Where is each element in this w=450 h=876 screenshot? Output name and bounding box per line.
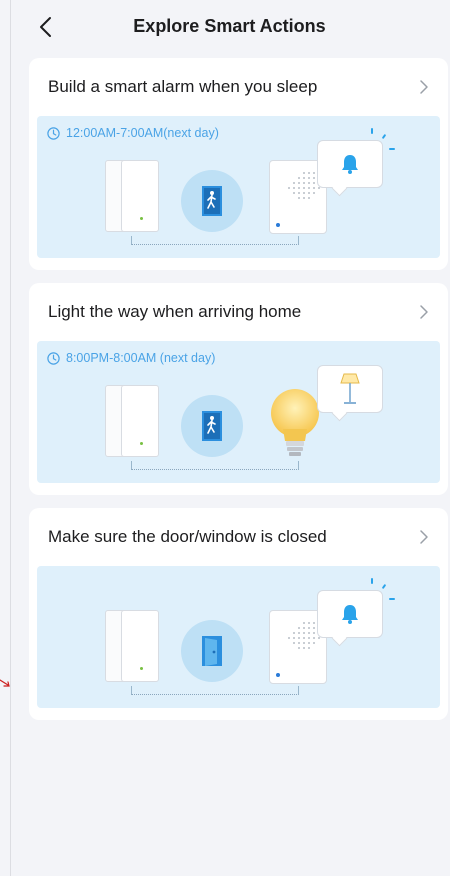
contact-sensor: [121, 385, 159, 457]
schedule-time-text: 8:00PM-8:00AM (next day): [66, 351, 216, 365]
sensor-led: [140, 442, 143, 445]
card-header-light-the-way[interactable]: Light the way when arriving home: [29, 283, 448, 341]
schedule-time-text: 12:00AM-7:00AM(next day): [66, 126, 219, 140]
page-title: Explore Smart Actions: [133, 16, 326, 36]
floor-lamp-icon: [340, 373, 360, 404]
card-title: Light the way when arriving home: [48, 302, 302, 321]
action-card-smart-alarm: Build a smart alarm when you sleep 12:00…: [29, 58, 448, 270]
contact-sensor: [121, 160, 159, 232]
chevron-right-icon: [420, 530, 428, 544]
action-card-light-the-way: Light the way when arriving home 8:00PM-…: [29, 283, 448, 495]
spark-mark: [381, 583, 387, 590]
hub-led: [276, 673, 280, 677]
lamp-bubble: [317, 365, 383, 413]
bell-icon: [342, 605, 358, 624]
card-title: Build a smart alarm when you sleep: [48, 77, 318, 96]
spark-mark: [371, 578, 373, 584]
alarm-bubble: [317, 140, 383, 188]
bell-icon: [342, 155, 358, 174]
door-walking-icon: [181, 395, 243, 457]
spark-mark: [371, 128, 373, 134]
clock-icon: [47, 351, 60, 365]
header: Explore Smart Actions: [11, 0, 448, 56]
annotation-arrow-icon: [0, 679, 10, 687]
sensor-led: [140, 217, 143, 220]
schedule-time: 8:00PM-8:00AM (next day): [47, 351, 215, 365]
sensor-led: [140, 667, 143, 670]
door-walking-icon: [181, 170, 243, 232]
scene-illustration: 8:00PM-8:00AM (next day): [37, 341, 440, 483]
card-header-door-closed[interactable]: Make sure the door/window is closed: [29, 508, 448, 566]
spark-mark: [389, 148, 395, 150]
alarm-bubble: [317, 590, 383, 638]
schedule-time: 12:00AM-7:00AM(next day): [47, 126, 219, 140]
chevron-right-icon: [420, 80, 428, 94]
app-screen: Explore Smart Actions Build a smart alar…: [10, 0, 448, 876]
connection-line: [131, 236, 299, 245]
spark-mark: [389, 598, 395, 600]
spark-mark: [381, 133, 387, 140]
card-header-smart-alarm[interactable]: Build a smart alarm when you sleep: [29, 58, 448, 116]
card-title: Make sure the door/window is closed: [48, 527, 327, 546]
chevron-right-icon: [420, 305, 428, 319]
action-card-door-closed: Make sure the door/window is closed: [29, 508, 448, 720]
open-door-icon: [181, 620, 243, 682]
hub-led: [276, 223, 280, 227]
contact-sensor: [121, 610, 159, 682]
scene-illustration: 12:00AM-7:00AM(next day): [37, 116, 440, 258]
connection-line: [131, 686, 299, 695]
scene-illustration: [37, 566, 440, 708]
clock-icon: [47, 126, 60, 140]
